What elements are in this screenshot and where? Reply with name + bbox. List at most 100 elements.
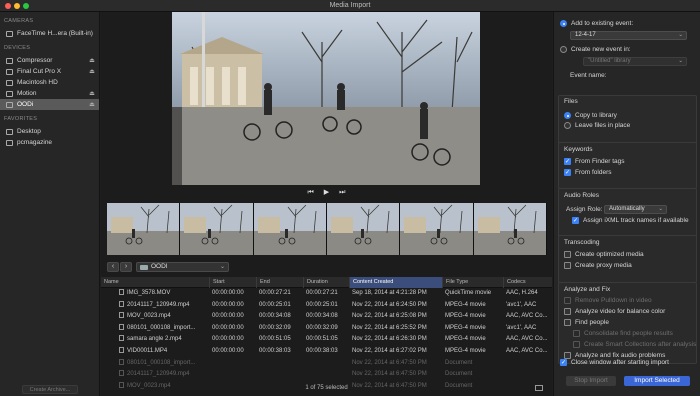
- play-icon[interactable]: ▶: [324, 188, 329, 196]
- cell-type: QuickTime movie: [445, 290, 492, 296]
- find-people-checkbox[interactable]: Find people: [564, 319, 609, 326]
- table-body: IMG_3578.MOV 00:00:00:00 00:00:27:21 00:00:…: [101, 288, 552, 392]
- folder-dropdown[interactable]: OODI ⌄: [136, 262, 229, 272]
- cell-created: Nov 22, 2014 at 6:25:52 PM: [352, 324, 427, 331]
- cell-duration: [303, 369, 349, 381]
- back-button[interactable]: ‹: [107, 262, 119, 272]
- cell-codecs: 'avc1', AAC: [506, 324, 537, 331]
- cell-name: samara angle 2.mp4: [101, 334, 209, 346]
- existing-event-select[interactable]: 12-4-17 ⌄: [570, 31, 687, 40]
- chevron-down-icon: ⌄: [678, 58, 683, 64]
- eject-icon[interactable]: ⏏: [88, 68, 96, 75]
- next-frame-icon[interactable]: ⏭: [339, 189, 345, 197]
- create-proxy-media-checkbox[interactable]: Create proxy media: [564, 262, 632, 269]
- cell-type: Document: [445, 371, 473, 378]
- transport-controls: ⏮ ▶ ⏭: [101, 188, 552, 198]
- cell-codecs: AAC, H.264: [506, 290, 538, 296]
- import-selected-button[interactable]: Import Selected: [624, 376, 690, 386]
- copy-to-library-option[interactable]: Copy to library: [564, 112, 617, 119]
- table-row[interactable]: 080101_000108_import... Nov 22, 2014 at 6…: [101, 358, 552, 370]
- eject-icon[interactable]: ⏏: [88, 101, 96, 108]
- sidebar-item-oodi[interactable]: OODi ⏏: [0, 99, 99, 110]
- sidebar-item-motion[interactable]: Motion ⏏: [0, 88, 99, 99]
- table-row[interactable]: MOV_0023.mp4 00:00:00:00 00:00:34:08 00:00:…: [101, 311, 552, 323]
- checkbox-icon: [573, 330, 580, 337]
- column-file-type[interactable]: File Type: [442, 277, 503, 288]
- cell-start: 00:00:00:00: [212, 301, 244, 308]
- previous-frame-icon[interactable]: ⏮: [308, 189, 314, 197]
- analyze-audio-checkbox[interactable]: Analyze and fix audio problems: [564, 352, 665, 359]
- cell-start: 00:00:00:00: [212, 290, 244, 296]
- cell-start: 00:00:00:00: [212, 347, 244, 354]
- cell-end: [256, 358, 303, 370]
- cell-type: MPEG-4 movie: [445, 324, 486, 331]
- favorites-header: FAVORITES: [4, 116, 38, 122]
- assign-ixml-checkbox[interactable]: ✓ Assign iXML track names if available: [572, 217, 689, 224]
- cell-duration: 00:00:34:08: [306, 313, 338, 320]
- analyze-balance-color-checkbox[interactable]: Analyze video for balance color: [564, 308, 665, 315]
- sidebar-item-compressor[interactable]: Compressor ⏏: [0, 55, 99, 66]
- cell-codecs: AAC, AVC Co...: [506, 336, 548, 343]
- devices-header: DEVICES: [4, 45, 31, 51]
- sidebar: CAMERAS FaceTime H...era (Built-in) DEVI…: [0, 12, 100, 396]
- checkbox-checked-icon: ✓: [564, 158, 571, 165]
- cell-type: MPEG-4 movie: [445, 313, 486, 320]
- column-duration[interactable]: Duration: [303, 277, 349, 288]
- filmstrip[interactable]: [107, 203, 547, 255]
- table-row[interactable]: 20141117_120949.mp4 Nov 22, 2014 at 6:47:…: [101, 369, 552, 381]
- remove-pulldown-checkbox[interactable]: Remove Pulldown in video: [564, 297, 652, 304]
- cell-created: Nov 22, 2014 at 6:47:50 PM: [352, 371, 427, 378]
- column-end[interactable]: End: [256, 277, 303, 288]
- sidebar-item-final-cut-pro[interactable]: Final Cut Pro X ⏏: [0, 66, 99, 77]
- column-content-created[interactable]: Content Created: [349, 277, 442, 288]
- sidebar-item-macintosh-hd[interactable]: Macintosh HD: [0, 77, 99, 88]
- filmstrip-frame: [253, 203, 327, 255]
- cell-created: Sep 18, 2014 at 4:21:28 PM: [352, 290, 427, 296]
- column-codecs[interactable]: Codecs: [503, 277, 552, 288]
- cell-codecs: 'avc1', AAC: [506, 301, 537, 308]
- leave-files-in-place-option[interactable]: Leave files in place: [564, 122, 630, 129]
- sidebar-item-facetime-camera[interactable]: FaceTime H...era (Built-in): [0, 28, 99, 39]
- table-header: Name Start End Duration Content Created …: [101, 277, 552, 288]
- assign-role-select[interactable]: Automatically ⌄: [604, 205, 667, 214]
- cell-duration: 00:00:51:05: [306, 336, 338, 343]
- folder-icon: [6, 128, 13, 135]
- cell-end: 00:00:32:09: [259, 324, 291, 331]
- new-event-library-select[interactable]: "Untitled" library ⌄: [583, 57, 687, 66]
- smart-collections-checkbox[interactable]: Create Smart Collections after analysis: [573, 341, 696, 348]
- cell-name: 080101_000108_import...: [101, 358, 209, 370]
- forward-button[interactable]: ›: [120, 262, 132, 272]
- cell-codecs: AAC, AVC Co...: [506, 313, 548, 320]
- file-icon: [119, 323, 124, 330]
- radio-selected-icon: [564, 112, 571, 119]
- consolidate-find-people-checkbox[interactable]: Consolidate find people results: [573, 330, 673, 337]
- create-archive-button[interactable]: Create Archive...: [22, 385, 78, 394]
- cell-codecs: [503, 369, 552, 381]
- browser-view-icon[interactable]: [535, 385, 543, 391]
- column-name[interactable]: Name: [101, 277, 209, 288]
- radio-icon: [560, 46, 567, 53]
- stop-import-button[interactable]: Stop Import: [566, 376, 616, 386]
- from-finder-tags-checkbox[interactable]: ✓ From Finder tags: [564, 158, 625, 165]
- table-row[interactable]: VID00011.MP4 00:00:00:00 00:00:38:03 00:00:…: [101, 346, 552, 358]
- video-preview[interactable]: [172, 12, 480, 185]
- table-row[interactable]: IMG_3578.MOV 00:00:00:00 00:00:27:21 00:00:…: [101, 288, 552, 300]
- main-area: ⏮ ▶ ⏭ ‹ › OODI ⌄ Name Start End Duration…: [101, 12, 552, 396]
- cell-codecs: AAC, AVC Co...: [506, 347, 548, 354]
- sidebar-item-pcmagazine[interactable]: pcmagazine: [0, 137, 99, 148]
- sidebar-item-desktop[interactable]: Desktop: [0, 126, 99, 137]
- table-row[interactable]: samara angle 2.mp4 00:00:00:00 00:00:51:05…: [101, 334, 552, 346]
- column-start[interactable]: Start: [209, 277, 256, 288]
- create-optimized-media-checkbox[interactable]: Create optimized media: [564, 251, 644, 258]
- from-folders-checkbox[interactable]: ✓ From folders: [564, 169, 611, 176]
- close-window-checkbox[interactable]: ✓ Close window after starting import: [560, 359, 669, 366]
- eject-icon[interactable]: ⏏: [88, 90, 96, 97]
- table-row[interactable]: 080101_000108_import... 00:00:00:00 00:00:…: [101, 323, 552, 335]
- table-row[interactable]: 20141117_120949.mp4 00:00:00:00 00:00:25:0…: [101, 300, 552, 312]
- cell-duration: 00:00:32:09: [306, 324, 338, 331]
- cell-start: [209, 358, 256, 370]
- add-existing-event-option[interactable]: Add to existing event:: [560, 20, 633, 27]
- eject-icon[interactable]: ⏏: [88, 57, 96, 64]
- filmstrip-frame: [473, 203, 547, 255]
- create-new-event-option[interactable]: Create new event in:: [560, 46, 631, 53]
